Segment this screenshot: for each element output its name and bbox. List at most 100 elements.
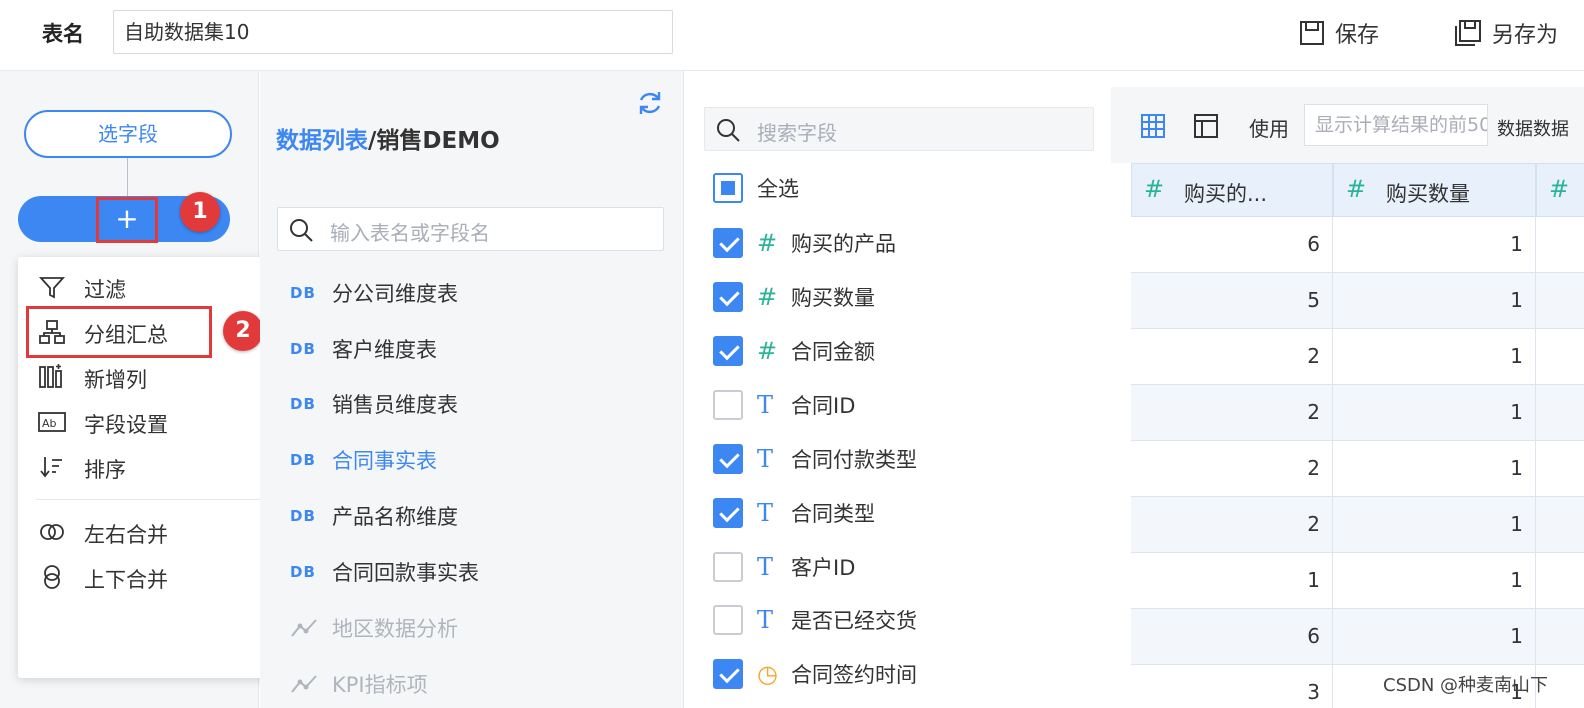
menu-item-sort[interactable]: 排序 [18,447,278,487]
table-cell: 1 [1333,329,1536,385]
table-cell [1536,329,1584,385]
text-type-icon: T [757,445,774,473]
column-header[interactable]: # 购买数量 [1333,163,1536,217]
field-search-placeholder: 搜索字段 [757,121,837,145]
table-item[interactable]: DB 销售员维度表 [290,387,458,421]
save-as-button[interactable]: 另存为 [1454,16,1558,50]
table-item-label: 销售员维度表 [332,393,458,417]
column-header-label: 购买数量 [1386,182,1470,206]
field-settings-icon: Ab [38,412,66,432]
field-row[interactable]: ◷ 合同签约时间 [713,657,917,691]
menu-item-merge-vertical[interactable]: 上下合并 [18,557,278,597]
table-item[interactable]: DB 分公司维度表 [290,276,458,310]
table-cell [1536,497,1584,553]
table-name-input[interactable]: 自助数据集10 [113,10,673,54]
table-cell: 6 [1131,217,1333,273]
step-badge-1: 1 [180,192,220,232]
number-type-icon: # [1549,175,1570,203]
breadcrumb-current: /销售DEMO [368,128,500,154]
analysis-item[interactable]: KPI指标项 [290,667,428,701]
analysis-item[interactable]: 地区数据分析 [290,611,458,645]
table-cell [1536,609,1584,665]
table-item[interactable]: DB 合同回款事实表 [290,555,479,589]
field-row[interactable]: T 合同类型 [713,496,875,530]
select-all-checkbox[interactable] [713,173,743,203]
table-cell: 1 [1333,497,1536,553]
field-checkbox[interactable] [713,498,743,528]
connector-line [127,158,128,198]
field-search-input[interactable]: 搜索字段 [704,107,1094,151]
select-fields-button[interactable]: 选字段 [24,110,232,158]
menu-label-field-settings: 字段设置 [84,413,168,437]
number-type-icon: # [757,337,778,365]
analysis-item-label: KPI指标项 [332,673,428,697]
field-row[interactable]: T 合同付款类型 [713,442,917,476]
field-checkbox[interactable] [713,282,743,312]
grid-view-icon[interactable] [1140,113,1166,139]
dataset-editor: 表名 自助数据集10 保存 另存为 选字段 + 1 过滤 分组汇总 新增列 Ab… [0,0,1584,708]
table-cell [1536,553,1584,609]
menu-item-field-settings[interactable]: Ab 字段设置 [18,402,278,442]
field-row[interactable]: T 合同ID [713,388,855,422]
db-icon: DB [290,395,316,413]
save-button[interactable]: 保存 [1299,16,1379,50]
field-checkbox[interactable] [713,659,743,689]
column-header[interactable]: # [1536,163,1584,217]
field-checkbox[interactable] [713,552,743,582]
table-cell: 2 [1131,497,1333,553]
menu-item-new-column[interactable]: 新增列 [18,357,278,397]
table-cell: 1 [1333,385,1536,441]
save-as-icon [1455,20,1481,46]
menu-item-merge-horizontal[interactable]: 左右合并 [18,512,278,552]
field-checkbox[interactable] [713,390,743,420]
table-search-input[interactable]: 输入表名或字段名 [277,207,664,251]
watermark: CSDN @种麦南山下 [1383,675,1549,696]
preview-toolbar: 使用 显示计算结果的前5000行数据 数据数据 [1111,87,1584,163]
table-item[interactable]: DB 产品名称维度 [290,499,458,533]
add-step-menu: 过滤 分组汇总 新增列 Ab 字段设置 排序 左右合并 上下合并 2 [18,257,278,678]
field-row[interactable]: T 客户ID [713,550,855,584]
analysis-item-label: 地区数据分析 [332,617,458,641]
clock-type-icon: ◷ [757,660,778,688]
table-item-selected[interactable]: DB 合同事实表 [290,443,437,477]
column-header[interactable]: # 购买的... [1131,163,1333,217]
menu-label-new-column: 新增列 [84,368,147,392]
add-step-button[interactable]: + [96,197,158,243]
column-header-label: 购买的... [1184,182,1268,206]
layout-view-icon[interactable] [1193,113,1219,139]
field-label: 合同ID [791,394,856,418]
search-icon [290,219,313,242]
select-all-label: 全选 [757,177,799,201]
field-row[interactable]: # 购买的产品 [713,226,896,260]
field-row[interactable]: T 是否已经交货 [713,603,917,637]
table-cell: 2 [1131,329,1333,385]
field-row[interactable]: # 购买数量 [713,280,875,314]
menu-item-filter[interactable]: 过滤 [18,267,278,307]
text-type-icon: T [757,499,774,527]
text-type-icon: T [757,553,774,581]
field-label: 合同金额 [791,340,875,364]
field-checkbox[interactable] [713,336,743,366]
top-bar: 表名 自助数据集10 保存 另存为 [0,0,1584,71]
breadcrumb-data-list-link[interactable]: 数据列表 [276,128,368,154]
row-limit-input[interactable]: 显示计算结果的前5000行数据 [1304,104,1488,146]
table-item-label: 合同事实表 [332,449,437,473]
table-item[interactable]: DB 客户维度表 [290,332,437,366]
select-all-row[interactable]: 全选 [713,171,799,205]
field-checkbox[interactable] [713,444,743,474]
field-row[interactable]: # 合同金额 [713,334,875,368]
text-type-icon: T [757,391,774,419]
table-search-placeholder: 输入表名或字段名 [330,221,490,245]
field-checkbox[interactable] [713,228,743,258]
menu-label-sort: 排序 [84,458,126,482]
refresh-icon[interactable] [636,89,664,117]
filter-icon [38,277,66,299]
table-cell: 1 [1333,441,1536,497]
breadcrumb: 数据列表/销售DEMO [276,121,500,155]
use-label: 使用 [1249,117,1289,141]
preview-panel: 使用 显示计算结果的前5000行数据 数据数据 #购买的...#购买数量#615… [1111,87,1584,708]
field-checkbox[interactable] [713,605,743,635]
db-icon: DB [290,563,316,581]
table-cell [1536,273,1584,329]
text-type-icon: T [757,606,774,634]
